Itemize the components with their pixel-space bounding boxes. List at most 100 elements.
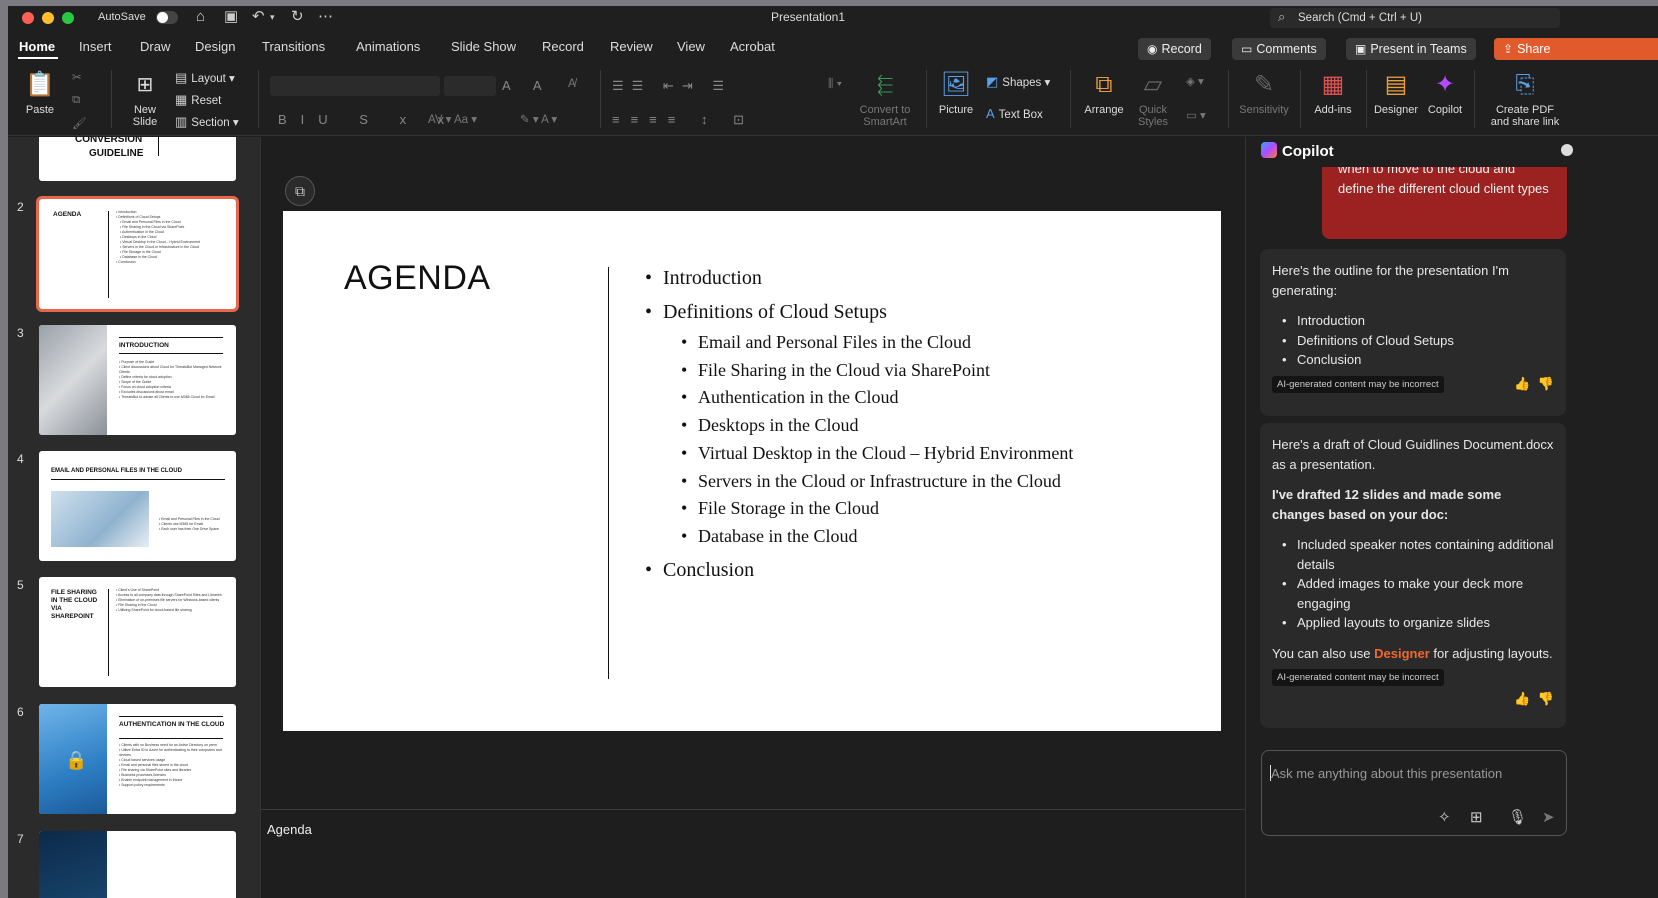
tab-home[interactable]: Home bbox=[19, 39, 55, 54]
shapes-button[interactable]: ◩ Shapes ▾ bbox=[986, 74, 1050, 90]
slide-thumbnail-5[interactable]: FILE SHARING IN THE CLOUD VIA SHAREPOINT… bbox=[39, 577, 236, 687]
subbullet-file-sharing: File Sharing in the Cloud via SharePoint bbox=[645, 357, 1073, 385]
add-ins-icon: ▦ bbox=[1321, 71, 1345, 98]
tab-transitions[interactable]: Transitions bbox=[262, 39, 325, 54]
quick-styles-button[interactable]: ▱ Quick Styles bbox=[1132, 70, 1174, 128]
copilot-response-outline: Here's the outline for the presentation … bbox=[1260, 249, 1566, 416]
comments-button[interactable]: ▭ Comments bbox=[1232, 38, 1326, 60]
designer-suggestion-icon[interactable]: ⧉ bbox=[285, 176, 315, 206]
tab-design[interactable]: Design bbox=[195, 39, 235, 54]
copy-icon[interactable]: ⧉ bbox=[72, 94, 80, 107]
slide-bullet-list[interactable]: Introduction Definitions of Cloud Setups… bbox=[645, 261, 1073, 587]
subbullet-database: Database in the Cloud bbox=[645, 523, 1073, 551]
create-pdf-button[interactable]: ⎘ Create PDF and share link bbox=[1480, 70, 1570, 128]
share-button[interactable]: ⇪ Share bbox=[1494, 38, 1658, 60]
shapes-label: Shapes bbox=[1002, 77, 1042, 89]
designer-link[interactable]: Designer bbox=[1374, 646, 1430, 661]
columns-icon[interactable]: ⫼ ▾ bbox=[828, 78, 842, 91]
thumbs-up-icon[interactable]: 👍 bbox=[1514, 691, 1530, 706]
designer-button[interactable]: ▤ Designer bbox=[1372, 70, 1420, 116]
picture-button[interactable]: 🖼 Picture bbox=[934, 70, 978, 116]
subbullet-file-storage: File Storage in the Cloud bbox=[645, 495, 1073, 523]
present-in-teams-button[interactable]: ▣ Present in Teams bbox=[1346, 38, 1476, 60]
bullet-definitions: Definitions of Cloud Setups bbox=[645, 295, 1073, 329]
tab-insert[interactable]: Insert bbox=[79, 39, 112, 54]
reset-button[interactable]: ▦ Reset bbox=[175, 92, 221, 108]
copilot-ribbon-button[interactable]: ✦ Copilot bbox=[1422, 70, 1468, 116]
alignment-buttons[interactable]: ≡≡≡≡ ↕ ⊡ bbox=[612, 112, 755, 128]
thumbs-up-icon[interactable]: 👍 bbox=[1514, 376, 1530, 391]
thumbs-down-icon[interactable]: 👎 bbox=[1538, 691, 1554, 706]
tab-acrobat[interactable]: Acrobat bbox=[730, 39, 775, 54]
tab-view[interactable]: View bbox=[677, 39, 705, 54]
new-slide-button[interactable]: ⊞ New Slide bbox=[120, 70, 170, 128]
attach-icon[interactable]: ⊞ bbox=[1470, 808, 1483, 826]
tab-record[interactable]: Record bbox=[542, 39, 584, 54]
slide-thumbnails-panel[interactable]: CONVERSION GUIDELINE 2 AGENDA • Introduc… bbox=[8, 137, 260, 898]
ribbon-separator bbox=[1228, 70, 1229, 128]
sensitivity-label: Sensitivity bbox=[1239, 104, 1289, 116]
slide-thumbnail-7[interactable] bbox=[39, 831, 236, 898]
font-size-dropdown[interactable] bbox=[444, 76, 496, 96]
search-input[interactable]: ⌕ Search (Cmd + Ctrl + U) bbox=[1270, 8, 1560, 28]
more-icon[interactable]: ⋯ bbox=[318, 8, 333, 26]
section-button[interactable]: ▥ Section ▾ bbox=[175, 114, 239, 130]
text-box-button[interactable]: A Text Box bbox=[986, 106, 1043, 121]
slide-thumbnail-4[interactable]: EMAIL AND PERSONAL FILES IN THE CLOUD • … bbox=[39, 451, 236, 561]
sensitivity-button[interactable]: ✎ Sensitivity bbox=[1234, 70, 1294, 116]
create-pdf-label: Create PDF and share link bbox=[1490, 104, 1560, 128]
copilot-prompt-input[interactable]: Ask me anything about this presentation … bbox=[1261, 750, 1567, 836]
cut-icon[interactable]: ✂ bbox=[72, 70, 82, 84]
convert-to-smartart-button[interactable]: ⬱ Convert to SmartArt bbox=[850, 70, 920, 128]
slide-thumbnail-3[interactable]: INTRODUCTION • Purpose of the Guide • Cl… bbox=[39, 325, 236, 435]
slide-thumbnail-6[interactable]: 🔒 AUTHENTICATION IN THE CLOUD • Clients … bbox=[39, 704, 236, 814]
autosave-toggle[interactable] bbox=[156, 11, 178, 24]
smartart-icon: ⬱ bbox=[876, 74, 894, 96]
zoom-window-button[interactable] bbox=[62, 12, 74, 24]
prompt-suggestions-icon[interactable]: ✧ bbox=[1438, 808, 1451, 826]
thumbnail-rule bbox=[119, 337, 223, 338]
outline-item: Introduction bbox=[1272, 311, 1554, 331]
arrange-icon: ⧉ bbox=[1095, 71, 1113, 98]
cloud-cable-image bbox=[51, 491, 149, 547]
arrange-button[interactable]: ⧉ Arrange bbox=[1080, 70, 1128, 116]
quick-styles-label: Quick Styles bbox=[1138, 104, 1168, 128]
list-buttons[interactable]: ☰☰ ⇤⇥ ☰ bbox=[612, 78, 732, 94]
character-spacing-icon[interactable]: AV ▾ Aa ▾ bbox=[428, 112, 477, 126]
slide-thumbnail-2[interactable]: AGENDA • Introduction • Definitions of C… bbox=[36, 196, 239, 312]
close-window-button[interactable] bbox=[22, 12, 34, 24]
record-button[interactable]: ◉ Record bbox=[1138, 38, 1211, 60]
font-size-buttons[interactable]: A A bbox=[502, 78, 552, 93]
shape-outline-icon[interactable]: ▭ ▾ bbox=[1186, 108, 1206, 122]
tab-review[interactable]: Review bbox=[610, 39, 653, 54]
add-ins-button[interactable]: ▦ Add-ins bbox=[1308, 70, 1358, 116]
undo-dropdown-icon[interactable]: ▾ bbox=[270, 8, 275, 26]
slide-title[interactable]: AGENDA bbox=[344, 259, 491, 298]
clear-formatting-icon[interactable]: A̸ bbox=[568, 78, 576, 90]
ribbon-separator bbox=[1474, 70, 1475, 128]
shape-fill-icon[interactable]: ◈ ▾ bbox=[1186, 74, 1204, 88]
tab-slide-show[interactable]: Slide Show bbox=[451, 39, 516, 54]
layout-button[interactable]: ▤ Layout ▾ bbox=[175, 70, 235, 86]
thumbs-down-icon[interactable]: 👎 bbox=[1538, 376, 1554, 391]
thumbnail-line: • ThreatsBut to advise all Clients to us… bbox=[119, 395, 215, 399]
change-item: Applied layouts to organize slides bbox=[1272, 613, 1554, 633]
save-icon[interactable]: ▣ bbox=[224, 8, 238, 26]
paste-button[interactable]: 📋 Paste bbox=[20, 70, 60, 116]
close-pane-icon[interactable] bbox=[1561, 144, 1573, 156]
redo-icon[interactable]: ↻ bbox=[291, 8, 304, 26]
speaker-notes-text[interactable]: Agenda bbox=[267, 822, 312, 837]
tab-animations[interactable]: Animations bbox=[356, 39, 420, 54]
font-name-dropdown[interactable] bbox=[270, 76, 440, 96]
tab-draw[interactable]: Draw bbox=[140, 39, 170, 54]
microphone-icon[interactable]: 🎙 bbox=[1508, 808, 1527, 826]
format-painter-icon[interactable]: 🖌 bbox=[72, 116, 87, 130]
undo-icon[interactable]: ↶ bbox=[252, 8, 265, 26]
minimize-window-button[interactable] bbox=[42, 12, 54, 24]
speaker-notes-pane[interactable]: Agenda bbox=[260, 809, 1245, 898]
home-icon[interactable]: ⌂ bbox=[196, 8, 205, 26]
send-icon[interactable]: ➤ bbox=[1542, 808, 1555, 826]
highlight-color-icon[interactable]: ✎ ▾ A ▾ bbox=[520, 112, 557, 126]
slide-thumbnail-1[interactable]: CONVERSION GUIDELINE bbox=[39, 137, 236, 181]
current-slide[interactable]: AGENDA Introduction Definitions of Cloud… bbox=[283, 211, 1221, 731]
